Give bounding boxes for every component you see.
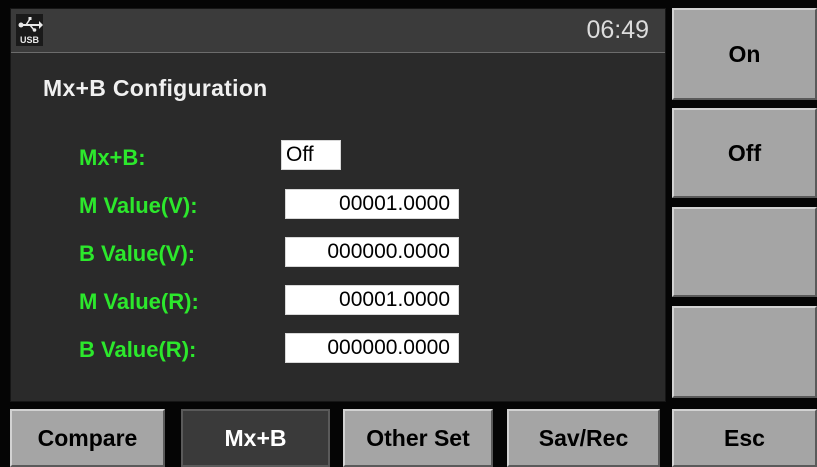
m-value-v-field[interactable]: 00001.0000 — [285, 189, 459, 219]
m-value-r-field[interactable]: 00001.0000 — [285, 285, 459, 315]
side-key-4[interactable] — [672, 306, 817, 398]
compare-button[interactable]: Compare — [10, 409, 165, 467]
b-value-r-label: B Value(R): — [79, 337, 197, 362]
instrument-screen: USB 06:49 Mx+B Configuration Mx+B: Off M… — [10, 8, 666, 402]
b-value-v-field[interactable]: 000000.0000 — [285, 237, 459, 267]
m-value-r-label: M Value(R): — [79, 289, 199, 314]
mxb-label: Mx+B: — [79, 145, 146, 170]
clock: 06:49 — [586, 16, 649, 44]
other-set-button[interactable]: Other Set — [343, 409, 493, 467]
usb-icon-text: USB — [20, 35, 40, 45]
m-value-v-label: M Value(V): — [79, 193, 198, 218]
side-key-3[interactable] — [672, 207, 817, 297]
esc-button[interactable]: Esc — [672, 409, 817, 467]
b-value-r-field[interactable]: 000000.0000 — [285, 333, 459, 363]
on-button[interactable]: On — [672, 8, 817, 100]
b-value-v-label: B Value(V): — [79, 241, 196, 266]
mxb-tab-button[interactable]: Mx+B — [181, 409, 330, 467]
usb-icon: USB — [16, 14, 43, 46]
page-title: Mx+B Configuration — [43, 75, 268, 101]
sav-rec-button[interactable]: Sav/Rec — [507, 409, 660, 467]
status-bar: USB 06:49 — [11, 9, 665, 53]
off-button[interactable]: Off — [672, 108, 817, 198]
mxb-value-field[interactable]: Off — [281, 140, 341, 170]
